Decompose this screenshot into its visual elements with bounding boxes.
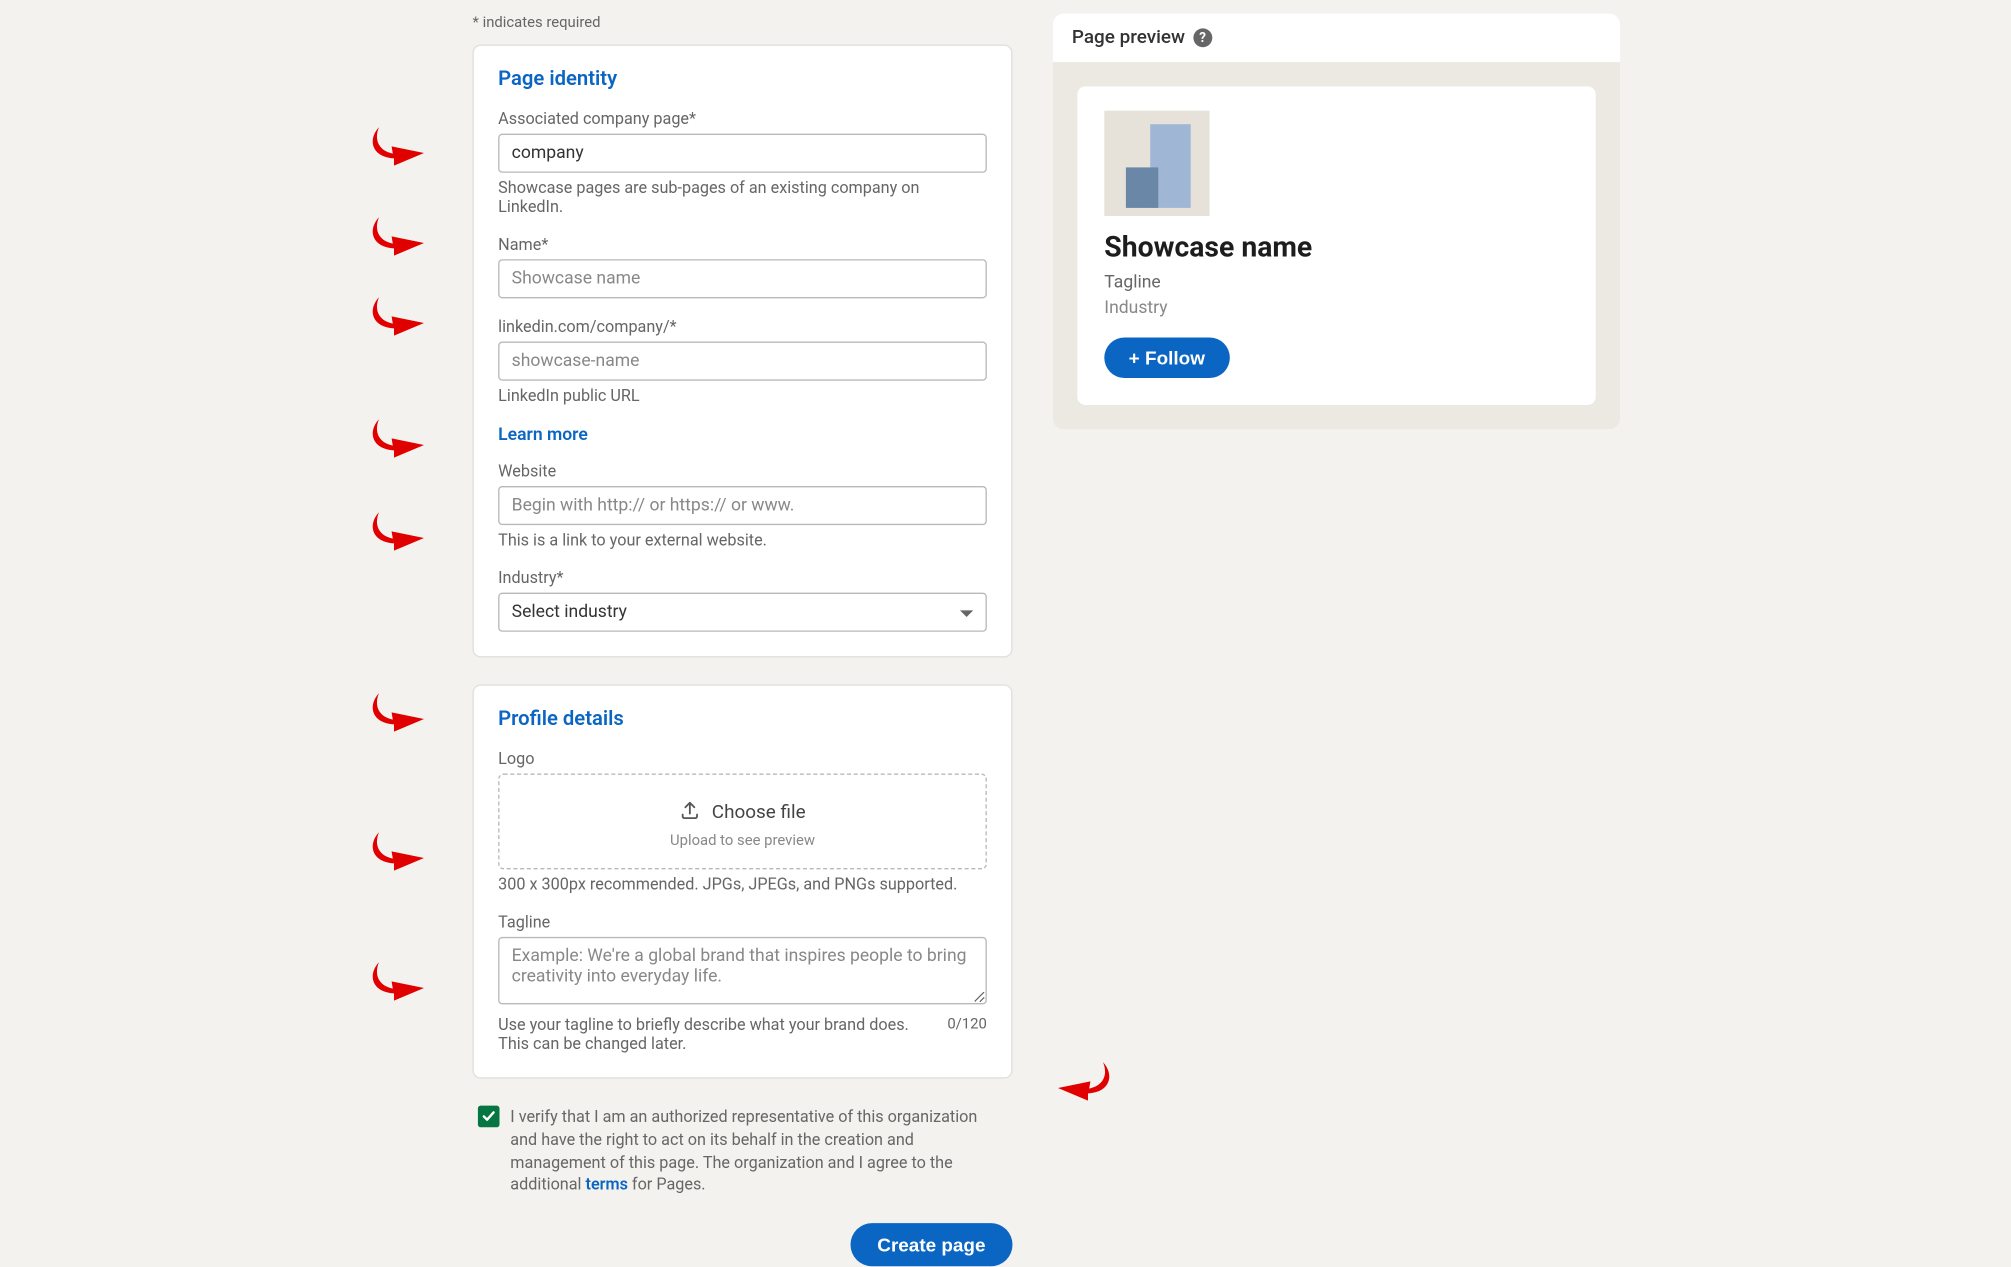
preview-industry: Industry (1104, 298, 1568, 318)
profile-details-title: Profile details (498, 706, 987, 730)
logo-field: Logo Choose file Upload to see preview (498, 749, 987, 893)
create-page-button[interactable]: Create page (850, 1223, 1012, 1266)
page-preview-header: Page preview ? (1053, 14, 1620, 63)
website-help: This is a link to your external website. (498, 531, 987, 550)
preview-tagline: Tagline (1104, 273, 1568, 293)
name-field: Name* (498, 235, 987, 298)
name-input[interactable] (498, 259, 987, 298)
logo-choose-file-label: Choose file (712, 802, 806, 824)
page-preview-panel: Page preview ? Showcase name Tagline Ind… (1053, 14, 1620, 430)
industry-field: Industry* Select industry (498, 568, 987, 631)
verify-row: I verify that I am an authorized represe… (473, 1106, 1013, 1197)
preview-name: Showcase name (1104, 232, 1568, 264)
terms-link[interactable]: terms (586, 1175, 628, 1194)
tagline-input[interactable] (498, 937, 987, 1005)
associated-company-input[interactable] (498, 134, 987, 173)
tagline-help: Use your tagline to briefly describe wha… (498, 1015, 936, 1053)
follow-button[interactable]: + Follow (1104, 338, 1229, 379)
website-field: Website This is a link to your external … (498, 462, 987, 550)
verify-text-wrap: I verify that I am an authorized represe… (510, 1106, 1007, 1197)
verify-text: I verify that I am an authorized represe… (510, 1107, 977, 1194)
page-preview-title: Page preview (1072, 27, 1185, 49)
verify-checkbox[interactable] (478, 1106, 500, 1128)
upload-icon (679, 799, 701, 826)
associated-company-help: Showcase pages are sub-pages of an exist… (498, 178, 987, 216)
tagline-field: Tagline Use your tagline to briefly desc… (498, 913, 987, 1053)
logo-upload-dropzone[interactable]: Choose file Upload to see preview (498, 774, 987, 870)
preview-logo-placeholder (1104, 111, 1209, 216)
website-input[interactable] (498, 486, 987, 525)
plus-icon: + (1129, 347, 1140, 369)
url-field: linkedin.com/company/* LinkedIn public U… (498, 317, 987, 405)
profile-details-section: Profile details Logo Choose file (473, 684, 1013, 1078)
tagline-label: Tagline (498, 913, 987, 932)
tagline-counter: 0/120 (947, 1015, 987, 1033)
help-icon[interactable]: ? (1193, 28, 1212, 47)
asterisk-icon: * (473, 14, 479, 32)
url-input[interactable] (498, 342, 987, 381)
follow-label: Follow (1145, 347, 1205, 369)
required-hint-text: indicates required (483, 14, 601, 32)
associated-company-label: Associated company page* (498, 109, 987, 128)
name-label: Name* (498, 235, 987, 254)
industry-label: Industry* (498, 568, 987, 587)
page-identity-title: Page identity (498, 66, 987, 90)
associated-company-field: Associated company page* Showcase pages … (498, 109, 987, 216)
verify-suffix: for Pages. (628, 1175, 706, 1194)
required-hint: * indicates required (473, 14, 1013, 32)
url-help: LinkedIn public URL (498, 386, 987, 405)
url-label: linkedin.com/company/* (498, 317, 987, 336)
industry-select[interactable]: Select industry (498, 593, 987, 632)
website-label: Website (498, 462, 987, 481)
logo-label: Logo (498, 749, 987, 768)
learn-more-link[interactable]: Learn more (498, 425, 588, 445)
logo-help: 300 x 300px recommended. JPGs, JPEGs, an… (498, 875, 987, 894)
logo-bar-short (1126, 167, 1158, 208)
preview-card: Showcase name Tagline Industry + Follow (1077, 86, 1595, 405)
page-identity-section: Page identity Associated company page* S… (473, 45, 1013, 658)
logo-upload-sub: Upload to see preview (513, 832, 972, 850)
